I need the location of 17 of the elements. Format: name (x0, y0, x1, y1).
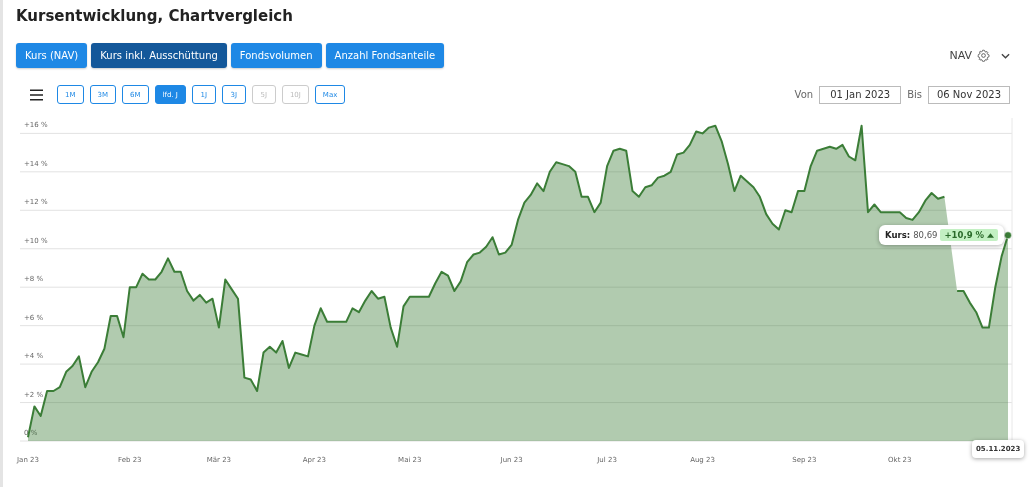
settings-icon[interactable] (977, 49, 990, 62)
metric-tab[interactable]: Anzahl Fondsanteile (325, 43, 445, 68)
date-label: Von (794, 89, 814, 100)
metric-tab[interactable]: Kurs inkl. Ausschüttung (91, 43, 227, 68)
currency-selector[interactable]: NAV (949, 49, 1010, 62)
metric-tab[interactable]: Fondsvolumen (230, 43, 322, 68)
metric-tab[interactable]: Kurs (NAV) (16, 43, 88, 68)
tooltip-label: Kurs: (885, 230, 911, 240)
section-title: Kursentwicklung, Chartvergleich (16, 6, 294, 27)
menu-icon[interactable] (30, 88, 43, 101)
date-field[interactable]: 01 Jan 2023 (819, 85, 902, 104)
change-badge: +10,9 % (940, 229, 999, 241)
chevron-down-icon[interactable] (1001, 52, 1010, 59)
triangle-up-icon (987, 232, 995, 238)
tooltip-value: 80,69 (913, 230, 938, 240)
date-field[interactable]: 06 Nov 2023 (928, 85, 1010, 104)
date-label: Bis (907, 89, 922, 100)
